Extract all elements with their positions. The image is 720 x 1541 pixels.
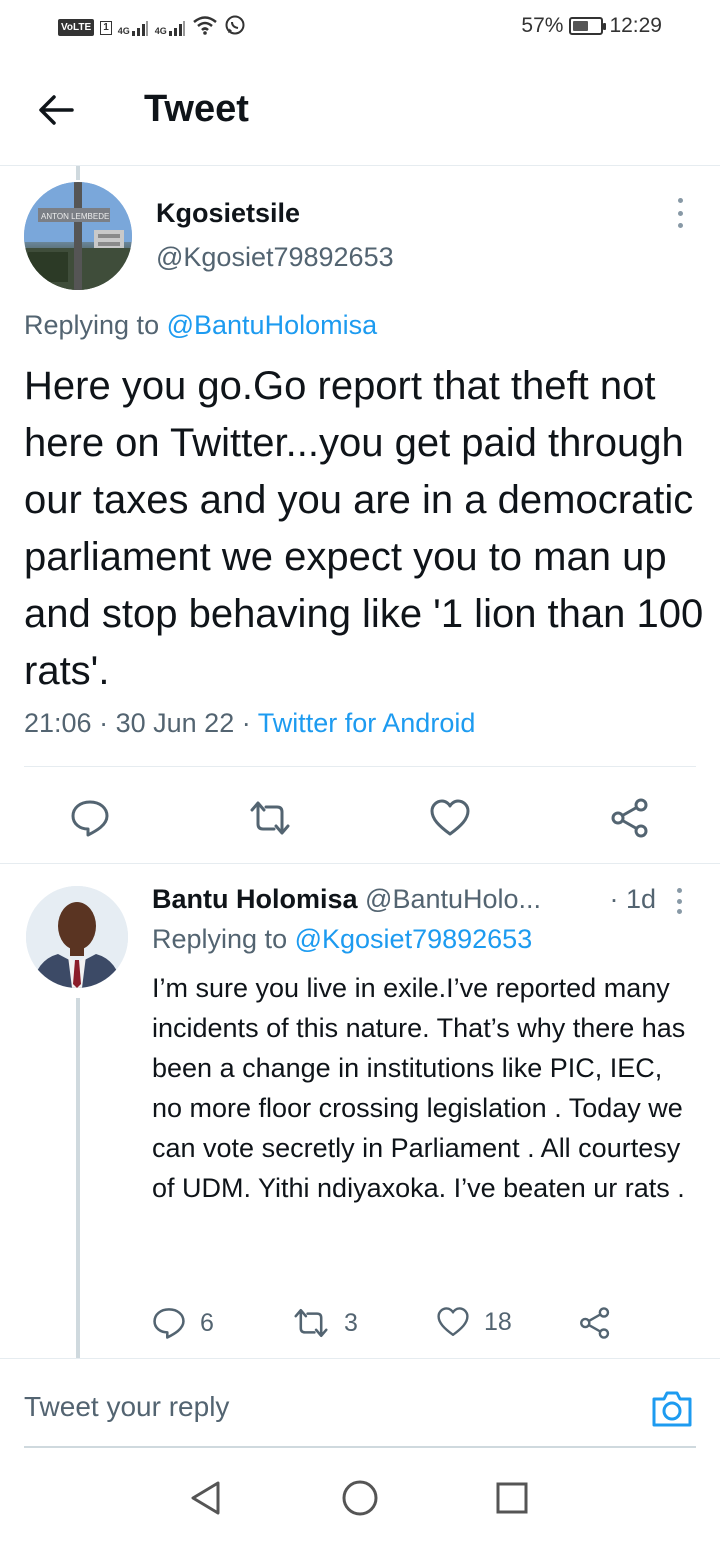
reply-more-options-button[interactable] <box>674 888 684 914</box>
reply-text: I’m sure you live in exile.I’ve reported… <box>152 973 686 1203</box>
reply-share-button[interactable] <box>578 1306 612 1340</box>
reply-avatar[interactable] <box>26 886 128 988</box>
signal-icon-1: 4G <box>118 20 149 36</box>
tweet-date: 30 Jun 22 <box>115 708 235 738</box>
reply-tweet[interactable]: Bantu Holomisa @BantuHolo... · 1d Replyi… <box>0 864 720 1358</box>
reply-input[interactable] <box>24 1391 604 1423</box>
circle-home-icon <box>342 1480 378 1516</box>
reply-input-underline <box>24 1446 696 1448</box>
reply-author-handle[interactable]: @BantuHolo... <box>365 884 541 914</box>
nav-back-button[interactable] <box>186 1478 226 1518</box>
avatar-image: ANTON LEMBEDE <box>24 182 132 290</box>
status-bar: VoLTE 1 4G 4G 57% 12:29 <box>0 0 720 54</box>
nav-recents-button[interactable] <box>492 1478 532 1518</box>
reply-retweet-button[interactable]: 3 <box>292 1306 358 1340</box>
network-type-1: 4G <box>117 25 130 36</box>
replying-to-link[interactable]: @Kgosiet79892653 <box>295 924 533 954</box>
status-bar-left: VoLTE 1 4G 4G <box>58 14 246 41</box>
reply-reply-button[interactable]: 6 <box>152 1306 214 1340</box>
heart-icon <box>430 799 470 836</box>
status-bar-right: 57% 12:29 <box>521 14 662 38</box>
avatar[interactable]: ANTON LEMBEDE <box>24 182 132 290</box>
replying-prefix: Replying to <box>152 924 288 954</box>
nav-home-button[interactable] <box>340 1478 380 1518</box>
battery-fill <box>573 21 589 31</box>
arrow-left-icon <box>39 95 74 125</box>
tweet-time: 21:06 <box>24 708 92 738</box>
tweet-source-link[interactable]: Twitter for Android <box>258 708 476 738</box>
author-name[interactable]: Kgosietsile <box>156 198 300 229</box>
clock: 12:29 <box>609 14 662 37</box>
top-app-bar: Tweet <box>0 54 720 166</box>
reply-actions: 6 3 18 <box>152 1306 672 1346</box>
tweet-actions <box>0 786 720 846</box>
square-recents-icon <box>496 1482 528 1514</box>
meta-separator: · <box>241 708 251 738</box>
like-button[interactable] <box>428 796 472 840</box>
reply-like-button[interactable]: 18 <box>436 1306 512 1338</box>
more-options-button[interactable] <box>670 198 690 228</box>
retweet-icon <box>250 801 290 835</box>
camera-icon <box>652 1391 692 1427</box>
reply-header: Bantu Holomisa @BantuHolo... <box>152 884 672 915</box>
battery-percent: 57% <box>521 14 564 37</box>
more-vertical-icon-dot <box>677 210 683 216</box>
more-vertical-icon-dot <box>676 909 682 914</box>
author-handle[interactable]: @Kgosiet79892653 <box>156 242 394 273</box>
reply-avatar-image <box>26 886 128 988</box>
heart-icon <box>437 1307 469 1336</box>
replying-to: Replying to @BantuHolomisa <box>24 310 377 341</box>
back-button[interactable] <box>34 88 78 132</box>
speech-bubble-icon <box>71 800 109 837</box>
share-icon <box>580 1307 610 1339</box>
more-vertical-icon-dot <box>676 898 682 904</box>
tweet-meta: 21:06 · 30 Jun 22 · Twitter for Android <box>24 708 475 739</box>
system-nav-bar <box>0 1452 720 1541</box>
speech-bubble-icon <box>153 1308 185 1339</box>
reply-age: · 1d <box>609 884 656 914</box>
retweet-icon <box>294 1308 328 1338</box>
reply-replying-to: Replying to @Kgosiet79892653 <box>152 924 532 955</box>
more-vertical-icon-dot <box>676 888 682 893</box>
camera-button[interactable] <box>650 1387 694 1431</box>
volte-badge: VoLTE <box>58 19 95 36</box>
reply-composer <box>0 1358 720 1448</box>
tweet-text: Here you go.Go report that theft not her… <box>24 364 704 693</box>
sim-badge: 1 <box>100 20 112 35</box>
retweet-button[interactable] <box>248 796 292 840</box>
retweet-count: 3 <box>344 1308 358 1337</box>
avatar-sign-text: ANTON LEMBEDE <box>41 212 109 221</box>
more-vertical-icon-dot <box>677 198 683 203</box>
share-button[interactable] <box>608 796 652 840</box>
whatsapp-icon <box>224 14 246 41</box>
signal-icon-2: 4G <box>155 20 186 36</box>
reply-author-name[interactable]: Bantu Holomisa <box>152 884 358 914</box>
replying-to-link[interactable]: @BantuHolomisa <box>167 310 378 340</box>
meta-separator: · <box>99 708 109 738</box>
replying-prefix: Replying to <box>24 310 160 340</box>
reply-button[interactable] <box>68 796 112 840</box>
like-count: 18 <box>484 1307 512 1336</box>
divider <box>24 766 696 767</box>
reply-count: 6 <box>200 1308 214 1337</box>
triangle-back-icon <box>191 1481 220 1515</box>
more-vertical-icon-dot <box>677 223 683 228</box>
page-title: Tweet <box>144 88 249 130</box>
battery-icon <box>569 17 607 35</box>
wifi-icon <box>192 15 218 40</box>
thread-line-top <box>76 166 80 180</box>
share-icon <box>611 798 648 838</box>
network-type-2: 4G <box>154 25 167 36</box>
thread-line <box>76 998 80 1358</box>
